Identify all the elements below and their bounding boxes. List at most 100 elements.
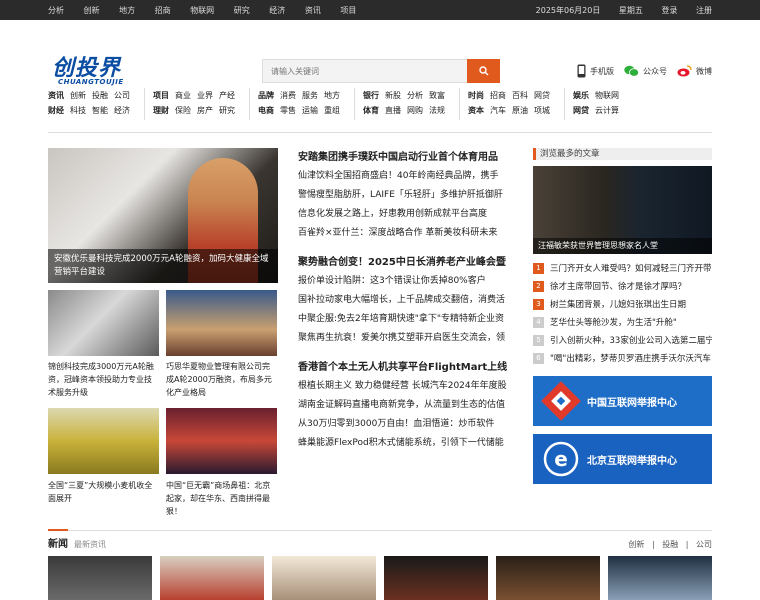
- article-thumbnail[interactable]: [48, 408, 159, 474]
- nav-item[interactable]: 经济: [114, 106, 130, 115]
- nav-item[interactable]: 房产: [197, 106, 213, 115]
- headline-item[interactable]: 湖南金证解码直播电商新竞争，从流量到生态的估值: [298, 396, 518, 415]
- nav-item[interactable]: 业界: [197, 91, 213, 100]
- nav-item[interactable]: 运输: [302, 106, 318, 115]
- nav-item[interactable]: 服务: [302, 91, 318, 100]
- nav-item[interactable]: 百科: [512, 91, 528, 100]
- nav-item[interactable]: 品牌: [258, 91, 274, 100]
- mobile-link[interactable]: 手机版: [577, 64, 614, 78]
- nav-item[interactable]: 公司: [114, 91, 130, 100]
- headline-item[interactable]: 仙津饮料全国招商盛启！40年岭南经典品牌，携手: [298, 167, 518, 186]
- nav-item[interactable]: 项城: [534, 106, 550, 115]
- list-item[interactable]: 2 徐才主席带回节、徐才是徐才厚吗？: [533, 278, 712, 296]
- list-item[interactable]: 5 引入创新火种，33家创业公司入选第二届宁: [533, 332, 712, 350]
- headline-item[interactable]: 百雀羚×亚什兰：深度战略合作 革新美妆科研未来: [298, 224, 518, 243]
- nav-item[interactable]: 重组: [324, 106, 340, 115]
- nav-item[interactable]: 研究: [219, 106, 235, 115]
- nav-item[interactable]: 网贷: [534, 91, 550, 100]
- article-caption[interactable]: 锦创科技完成3000万元A轮融资，冠峰资本领投助力专业技术服务升级: [48, 360, 159, 399]
- nav-item[interactable]: 招商: [490, 91, 506, 100]
- nav-item[interactable]: 直播: [385, 106, 401, 115]
- headline-item[interactable]: 报价单设计陷阱：这3个错误让你丢掉80%客户: [298, 272, 518, 291]
- news-thumbnail[interactable]: [272, 556, 376, 600]
- search-input[interactable]: [262, 59, 467, 83]
- nav-item[interactable]: 时尚: [468, 91, 484, 100]
- news-thumbnail[interactable]: [384, 556, 488, 600]
- article-caption[interactable]: 巧思华夏物业管理有限公司完成A轮2000万融资，布局多元化产业格局: [166, 360, 277, 399]
- headline-item[interactable]: 聚焦再生抗衰！爱美尔携艾塑菲开启医生交流会，领: [298, 329, 518, 348]
- headline-title[interactable]: 聚势融合创变！2025中日长消养老产业峰会暨: [298, 253, 518, 272]
- nav-item[interactable]: 网购: [407, 106, 423, 115]
- list-item[interactable]: 1 三门齐开女人难受吗？如何减轻三门齐开带: [533, 260, 712, 278]
- headline-title[interactable]: 香港首个本土无人机共享平台FlightMart上线: [298, 358, 518, 377]
- nav-item[interactable]: 零售: [280, 106, 296, 115]
- nav-item[interactable]: 娱乐: [573, 91, 589, 100]
- featured-article[interactable]: 安徽优乐曼科技完成2000万元A轮融资，加码大健康全域营销平台建设: [48, 148, 278, 283]
- article-thumbnail[interactable]: [166, 290, 277, 356]
- sidebar-feature[interactable]: 汪福敏荣获世界管理思想家名人堂: [533, 166, 712, 254]
- top-link[interactable]: 经济: [269, 5, 285, 16]
- top-link[interactable]: 分析: [48, 5, 64, 16]
- headline-item[interactable]: 国补拉动家电大幅增长，上千品牌成交翻倍，消费活: [298, 291, 518, 310]
- nav-item[interactable]: 保险: [175, 106, 191, 115]
- nav-item[interactable]: 银行: [363, 91, 379, 100]
- news-thumbnail[interactable]: [48, 556, 152, 600]
- section-link[interactable]: 公司: [696, 540, 712, 549]
- top-link[interactable]: 招商: [155, 5, 171, 16]
- list-item[interactable]: 6 "喝"出精彩，梦蒂贝罗酒庄携手沃尔沃汽车: [533, 350, 712, 368]
- nav-item[interactable]: 理财: [153, 106, 169, 115]
- register-link[interactable]: 注册: [696, 5, 712, 16]
- article-caption[interactable]: 中国“巨无霸”商场鼻祖：北京起家，却在华东、西南拼得最狠！: [166, 479, 277, 518]
- nav-item[interactable]: 创新: [70, 91, 86, 100]
- nav-item[interactable]: 地方: [324, 91, 340, 100]
- headline-item[interactable]: 根植长期主义 致力稳健经营 长城汽车2024年年度股: [298, 377, 518, 396]
- nav-item[interactable]: 资讯: [48, 91, 64, 100]
- wechat-link[interactable]: 公众号: [624, 64, 667, 78]
- top-link[interactable]: 创新: [84, 5, 100, 16]
- news-thumbnail[interactable]: [496, 556, 600, 600]
- nav-item[interactable]: 产经: [219, 91, 235, 100]
- headline-title[interactable]: 安踏集团携手璞跃中国启动行业首个体育用品: [298, 148, 518, 167]
- news-thumbnail[interactable]: [608, 556, 712, 600]
- nav-item[interactable]: 原油: [512, 106, 528, 115]
- nav-item[interactable]: 分析: [407, 91, 423, 100]
- nav-item[interactable]: 法规: [429, 106, 445, 115]
- headline-item[interactable]: 中聚企服:免去2年培育期快速"拿下"专精特新企业资: [298, 310, 518, 329]
- nav-item[interactable]: 汽车: [490, 106, 506, 115]
- article-caption[interactable]: 全国“三夏”大规模小麦机收全面展开: [48, 479, 159, 505]
- top-link[interactable]: 项目: [340, 5, 356, 16]
- nav-item[interactable]: 电商: [258, 106, 274, 115]
- top-link[interactable]: 研究: [234, 5, 250, 16]
- article-thumbnail[interactable]: [166, 408, 277, 474]
- nav-item[interactable]: 商业: [175, 91, 191, 100]
- nav-item[interactable]: 新股: [385, 91, 401, 100]
- article-thumbnail[interactable]: [48, 290, 159, 356]
- report-center-banner-beijing[interactable]: e 北京互联网举报中心: [533, 434, 712, 484]
- news-thumbnail[interactable]: [160, 556, 264, 600]
- nav-item[interactable]: 消费: [280, 91, 296, 100]
- nav-item[interactable]: 云计算: [595, 106, 619, 115]
- nav-item[interactable]: 网贷: [573, 106, 589, 115]
- top-link[interactable]: 地方: [119, 5, 135, 16]
- top-link[interactable]: 资讯: [305, 5, 321, 16]
- search-button[interactable]: [467, 59, 500, 83]
- nav-item[interactable]: 物联网: [595, 91, 619, 100]
- section-link[interactable]: 投融: [662, 540, 678, 549]
- nav-item[interactable]: 致富: [429, 91, 445, 100]
- nav-item[interactable]: 智能: [92, 106, 108, 115]
- top-link[interactable]: 物联网: [190, 5, 214, 16]
- nav-item[interactable]: 科技: [70, 106, 86, 115]
- nav-item[interactable]: 资本: [468, 106, 484, 115]
- section-link[interactable]: 创新: [628, 540, 644, 549]
- nav-item[interactable]: 体育: [363, 106, 379, 115]
- headline-item[interactable]: 从30万归零到3000万自由！血泪悟道：炒币软件: [298, 415, 518, 434]
- nav-item[interactable]: 项目: [153, 91, 169, 100]
- headline-item[interactable]: 蜂巢能源FlexPod积木式储能系统，引领下一代储能: [298, 434, 518, 453]
- list-item[interactable]: 3 树兰集团背景，儿媳妇张琪出生日期: [533, 296, 712, 314]
- login-link[interactable]: 登录: [661, 5, 677, 16]
- nav-item[interactable]: 财经: [48, 106, 64, 115]
- weibo-link[interactable]: 微博: [677, 64, 712, 78]
- headline-item[interactable]: 警惕瘦型脂肪肝，LAIFE「乐轻肝」多维护肝抵御肝: [298, 186, 518, 205]
- report-center-banner-china[interactable]: 中国互联网举报中心: [533, 376, 712, 426]
- list-item[interactable]: 4 芝华仕头等舱沙发，为生活"升舱": [533, 314, 712, 332]
